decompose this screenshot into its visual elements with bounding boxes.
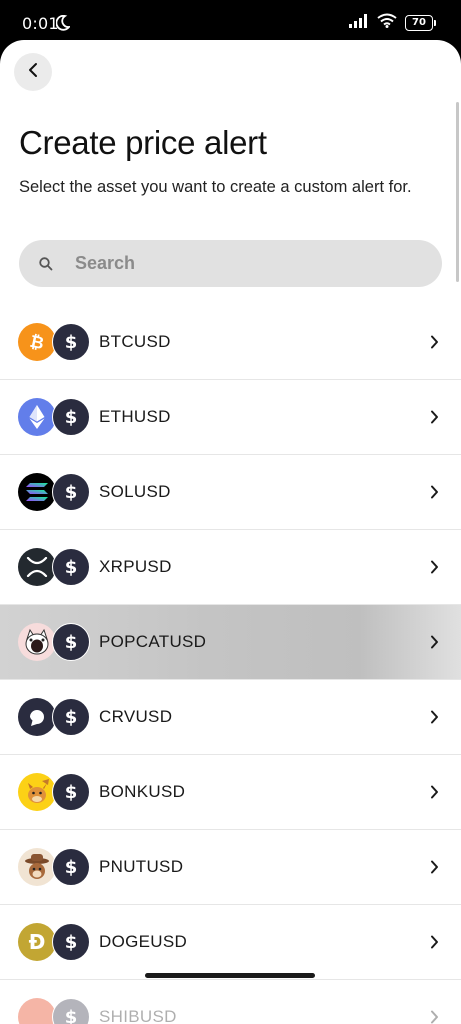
chevron-right-icon bbox=[430, 410, 439, 424]
xrp-icon bbox=[18, 548, 56, 586]
ethereum-icon bbox=[18, 398, 56, 436]
do-not-disturb-icon bbox=[55, 14, 71, 36]
asset-row-bonkusd[interactable]: $ BONKUSD bbox=[0, 755, 461, 830]
page-title: Create price alert bbox=[19, 124, 267, 161]
search-icon bbox=[39, 256, 53, 271]
asset-row-dogeusd[interactable]: Ð $ DOGEUSD bbox=[0, 905, 461, 980]
asset-row-pnutusd[interactable]: $ PNUTUSD bbox=[0, 830, 461, 905]
curve-icon bbox=[18, 698, 56, 736]
asset-symbol: BONKUSD bbox=[99, 782, 186, 801]
usd-icon: $ bbox=[52, 473, 90, 511]
asset-row-xrpusd[interactable]: $ XRPUSD bbox=[0, 530, 461, 605]
usd-icon: $ bbox=[52, 698, 90, 736]
asset-symbol: DOGEUSD bbox=[99, 932, 188, 951]
asset-symbol: ETHUSD bbox=[99, 407, 171, 426]
battery-icon: 70 bbox=[405, 15, 436, 31]
pair-icons: $ bbox=[18, 623, 90, 661]
search-input[interactable] bbox=[73, 252, 397, 275]
pair-icons: $ bbox=[18, 548, 90, 586]
pair-icons: $ bbox=[18, 998, 90, 1024]
usd-icon: $ bbox=[52, 623, 90, 661]
pair-icons: $ bbox=[18, 698, 90, 736]
chevron-right-icon bbox=[430, 710, 439, 724]
price-alert-sheet: Create price alert Select the asset you … bbox=[0, 40, 461, 1024]
asset-row-solusd[interactable]: $ SOLUSD bbox=[0, 455, 461, 530]
asset-symbol: PNUTUSD bbox=[99, 857, 184, 876]
solana-icon bbox=[18, 473, 56, 511]
chevron-right-icon bbox=[430, 860, 439, 874]
asset-symbol: POPCATUSD bbox=[99, 632, 207, 651]
search-bar[interactable] bbox=[19, 240, 442, 287]
chevron-right-icon bbox=[430, 560, 439, 574]
usd-icon: $ bbox=[52, 998, 90, 1024]
asset-symbol: SHIBUSD bbox=[99, 1007, 177, 1024]
asset-symbol: XRPUSD bbox=[99, 557, 172, 576]
usd-icon: $ bbox=[52, 548, 90, 586]
pair-icons: $ bbox=[18, 473, 90, 511]
home-indicator[interactable] bbox=[145, 973, 315, 978]
pair-icons: $ bbox=[18, 773, 90, 811]
pair-icons: ₿ $ bbox=[18, 323, 90, 361]
svg-text:₿: ₿ bbox=[28, 332, 46, 353]
chevron-right-icon bbox=[430, 335, 439, 349]
page-subtitle: Select the asset you want to create a cu… bbox=[19, 178, 412, 196]
pair-icons: $ bbox=[18, 848, 90, 886]
chevron-right-icon bbox=[430, 1010, 439, 1024]
asset-row-popcatusd[interactable]: $ POPCATUSD bbox=[0, 605, 461, 680]
shiba-icon bbox=[18, 998, 56, 1024]
signal-icon bbox=[349, 13, 369, 33]
chevron-left-icon bbox=[28, 62, 38, 83]
popcat-icon bbox=[18, 623, 56, 661]
usd-icon: $ bbox=[52, 323, 90, 361]
pair-icons: $ bbox=[18, 398, 90, 436]
chevron-right-icon bbox=[430, 635, 439, 649]
pair-icons: Ð $ bbox=[18, 923, 90, 961]
wifi-icon bbox=[377, 13, 397, 33]
asset-symbol: BTCUSD bbox=[99, 332, 171, 351]
chevron-right-icon bbox=[430, 785, 439, 799]
chevron-right-icon bbox=[430, 485, 439, 499]
scroll-indicator[interactable] bbox=[456, 102, 459, 282]
chevron-right-icon bbox=[430, 935, 439, 949]
usd-icon: $ bbox=[52, 398, 90, 436]
bonk-icon bbox=[18, 773, 56, 811]
usd-icon: $ bbox=[52, 773, 90, 811]
usd-icon: $ bbox=[52, 848, 90, 886]
status-indicators: 70 bbox=[349, 13, 436, 33]
asset-list: ₿ $ BTCUSD $ ETHUSD $ SOLUSD $ XRPUSD $ … bbox=[0, 305, 461, 1024]
pnut-icon bbox=[18, 848, 56, 886]
status-time: 0:01 bbox=[22, 14, 59, 33]
dogecoin-icon: Ð bbox=[18, 923, 56, 961]
asset-row-crvusd[interactable]: $ CRVUSD bbox=[0, 680, 461, 755]
asset-symbol: CRVUSD bbox=[99, 707, 173, 726]
usd-icon: $ bbox=[52, 923, 90, 961]
asset-row-btcusd[interactable]: ₿ $ BTCUSD bbox=[0, 305, 461, 380]
asset-row-shibusd[interactable]: $ SHIBUSD bbox=[0, 980, 461, 1024]
asset-row-ethusd[interactable]: $ ETHUSD bbox=[0, 380, 461, 455]
asset-symbol: SOLUSD bbox=[99, 482, 171, 501]
back-button[interactable] bbox=[14, 53, 52, 91]
bitcoin-icon: ₿ bbox=[18, 323, 56, 361]
